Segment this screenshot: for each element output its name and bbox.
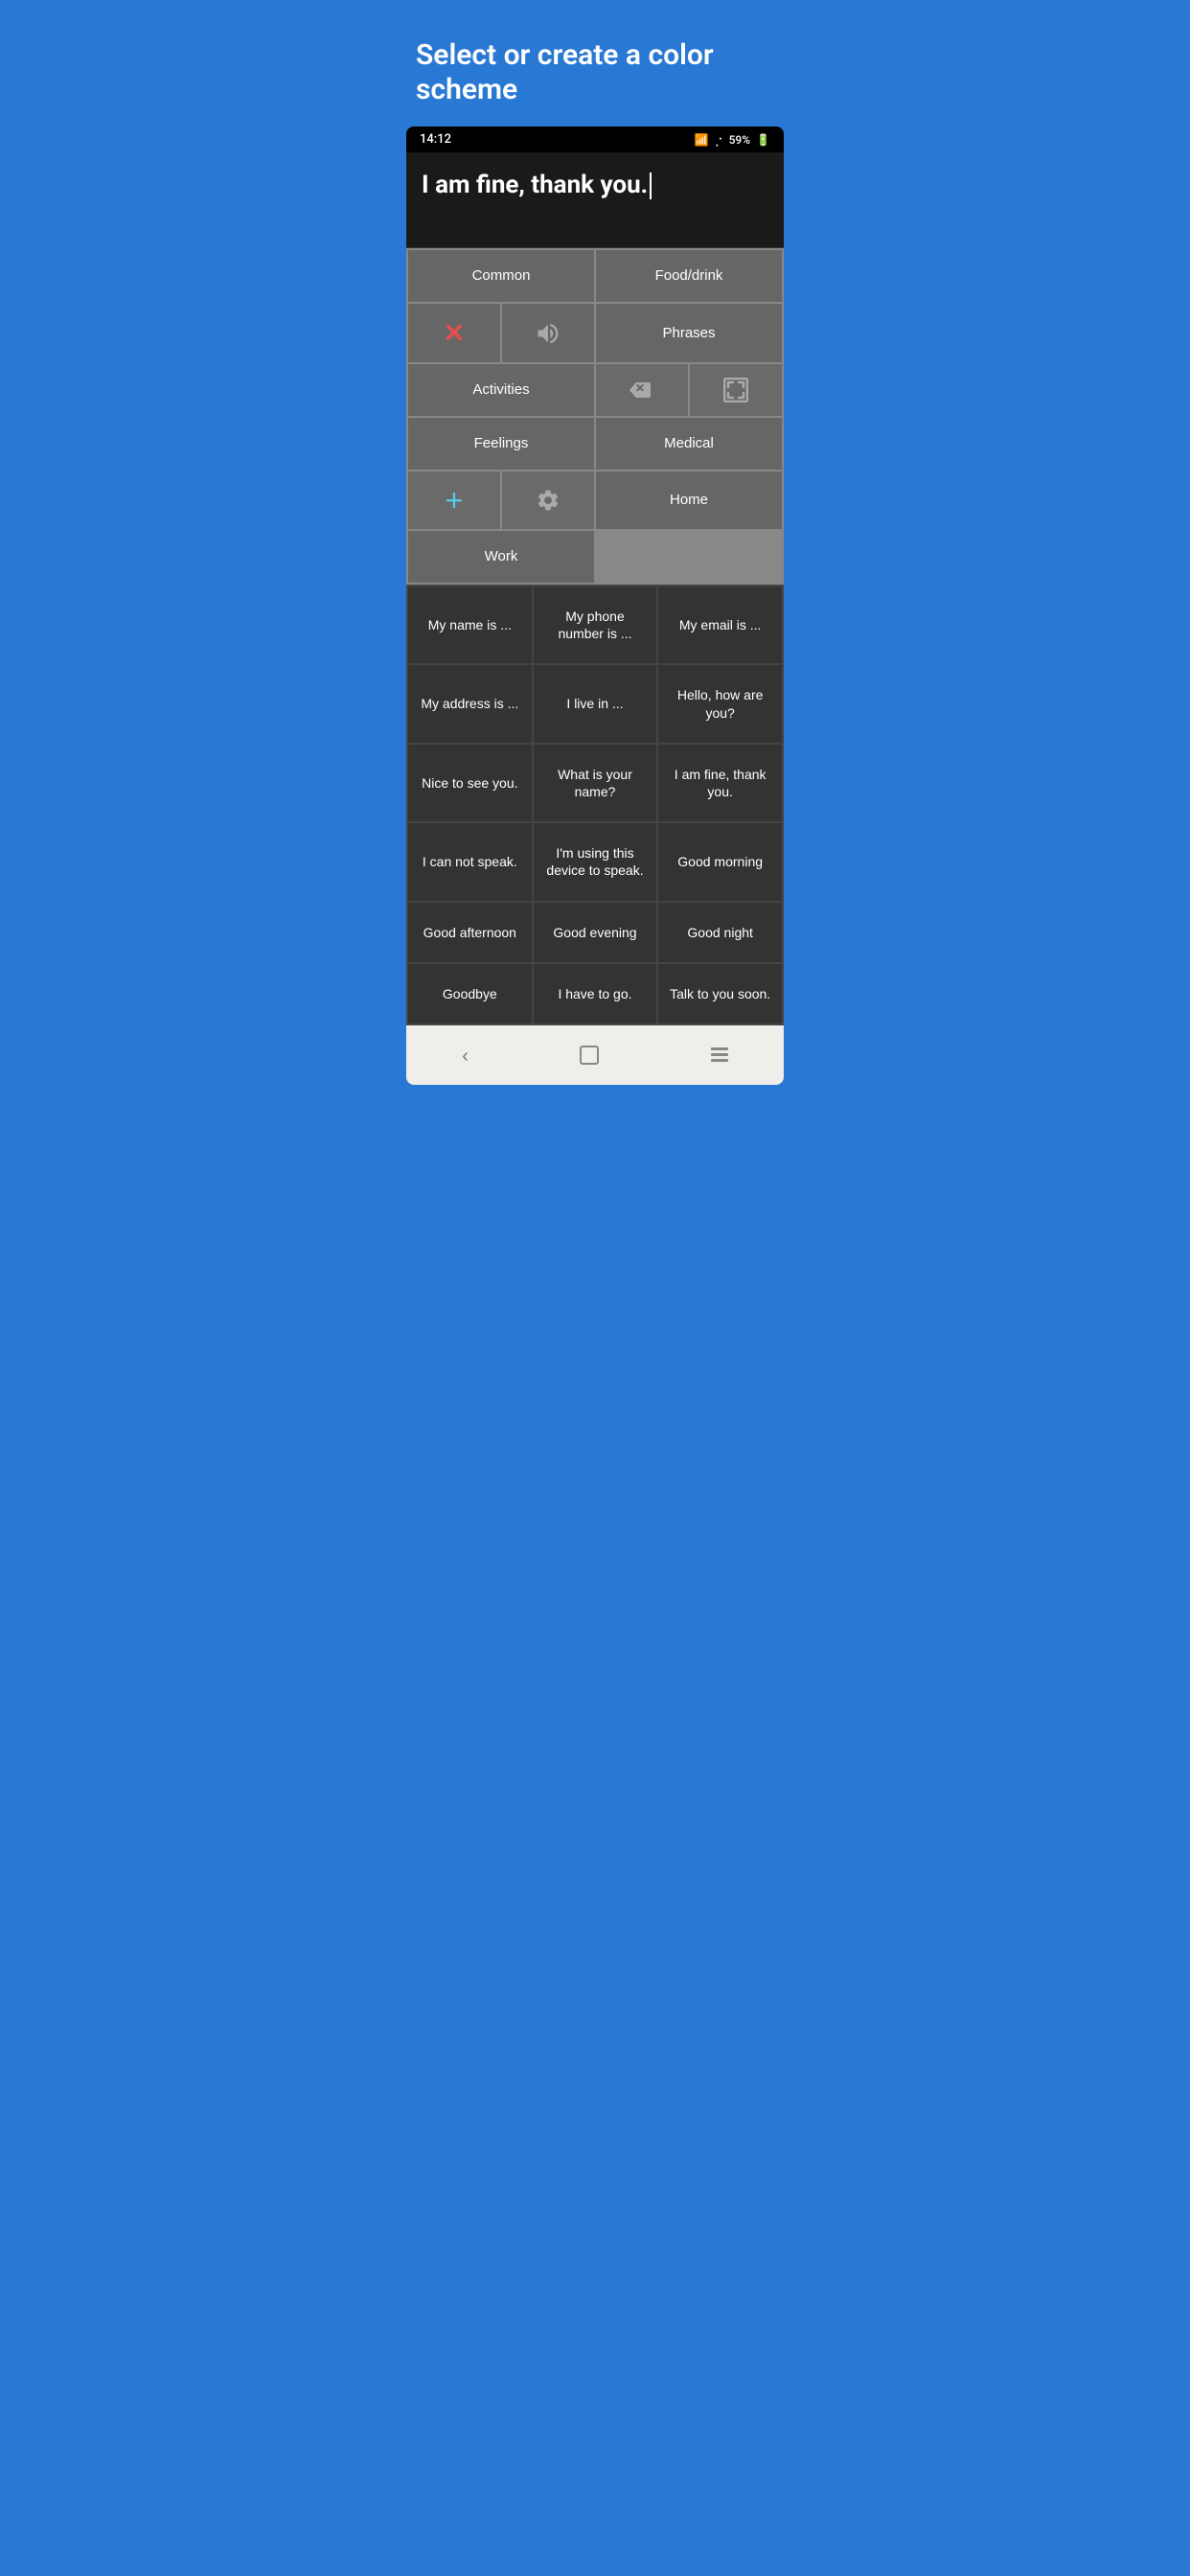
phrase-my-phone[interactable]: My phone number is ...: [534, 586, 657, 663]
signal-icon: ⡐: [715, 133, 723, 147]
nav-recents-button[interactable]: [692, 1044, 747, 1066]
phrase-good-morning[interactable]: Good morning: [658, 823, 782, 900]
category-phrases[interactable]: Phrases: [596, 304, 782, 362]
clear-button[interactable]: ✕: [408, 304, 500, 362]
phrase-grid: My name is ... My phone number is ... My…: [406, 585, 784, 1025]
battery-label: 59%: [729, 133, 750, 147]
category-home[interactable]: Home: [596, 472, 782, 529]
display-text-content: I am fine, thank you.: [422, 171, 648, 199]
text-cursor: [650, 172, 652, 199]
category-food-drink[interactable]: Food/drink: [596, 250, 782, 302]
plus-icon: +: [446, 485, 464, 516]
category-common[interactable]: Common: [408, 250, 594, 302]
phrase-i-have-to-go[interactable]: I have to go.: [534, 964, 657, 1024]
category-activities[interactable]: Activities: [408, 364, 594, 416]
phrase-i-am-fine[interactable]: I am fine, thank you.: [658, 745, 782, 821]
wifi-icon: 📶: [695, 133, 709, 147]
settings-icon: [536, 488, 561, 513]
status-bar: 14:12 📶 ⡐ 59% 🔋: [406, 126, 784, 152]
speaker-icon: [535, 320, 561, 347]
status-right: 📶 ⡐ 59% 🔋: [695, 133, 770, 147]
clear-icon: ✕: [443, 317, 465, 349]
delete-button[interactable]: [596, 364, 688, 416]
page-header: Select or create a color scheme: [397, 0, 793, 126]
category-medical[interactable]: Medical: [596, 418, 782, 470]
phrase-my-address[interactable]: My address is ...: [408, 665, 532, 742]
phrase-goodbye[interactable]: Goodbye: [408, 964, 532, 1024]
phrase-my-email[interactable]: My email is ...: [658, 586, 782, 663]
phrase-im-using-device[interactable]: I'm using this device to speak.: [534, 823, 657, 900]
settings-button[interactable]: [502, 472, 594, 529]
phrase-hello-how[interactable]: Hello, how are you?: [658, 665, 782, 742]
nav-back-button[interactable]: ‹: [443, 1039, 488, 1071]
battery-icon: 🔋: [756, 133, 770, 147]
phrase-i-live-in[interactable]: I live in ...: [534, 665, 657, 742]
text-display: I am fine, thank you.: [406, 152, 784, 248]
phrase-good-afternoon[interactable]: Good afternoon: [408, 903, 532, 962]
category-grid: Common Food/drink ✕ Phrases Activities: [406, 248, 784, 585]
app-container: Select or create a color scheme 14:12 📶 …: [397, 0, 793, 1094]
speak-button[interactable]: [502, 304, 594, 362]
phrase-good-night[interactable]: Good night: [658, 903, 782, 962]
phrase-what-is-your-name[interactable]: What is your name?: [534, 745, 657, 821]
phrase-i-can-not-speak[interactable]: I can not speak.: [408, 823, 532, 900]
fullscreen-icon: [723, 378, 748, 402]
nav-home-button[interactable]: [561, 1042, 618, 1069]
status-time: 14:12: [420, 132, 451, 147]
backspace-icon: [629, 379, 655, 402]
phrase-good-evening[interactable]: Good evening: [534, 903, 657, 962]
nav-bar: ‹: [406, 1025, 784, 1085]
category-feelings[interactable]: Feelings: [408, 418, 594, 470]
back-icon: ‹: [462, 1046, 469, 1067]
phrase-my-name[interactable]: My name is ...: [408, 586, 532, 663]
fullscreen-button[interactable]: [690, 364, 782, 416]
phrase-talk-to-you-soon[interactable]: Talk to you soon.: [658, 964, 782, 1024]
home-icon: [580, 1046, 599, 1065]
phone-frame: 14:12 📶 ⡐ 59% 🔋 I am fine, thank you. Co…: [406, 126, 784, 1085]
display-text: I am fine, thank you.: [422, 170, 768, 202]
add-button[interactable]: +: [408, 472, 500, 529]
category-work[interactable]: Work: [408, 531, 594, 583]
phrase-nice-to-see[interactable]: Nice to see you.: [408, 745, 532, 821]
recents-icon: [711, 1047, 728, 1062]
page-title: Select or create a color scheme: [416, 38, 774, 107]
